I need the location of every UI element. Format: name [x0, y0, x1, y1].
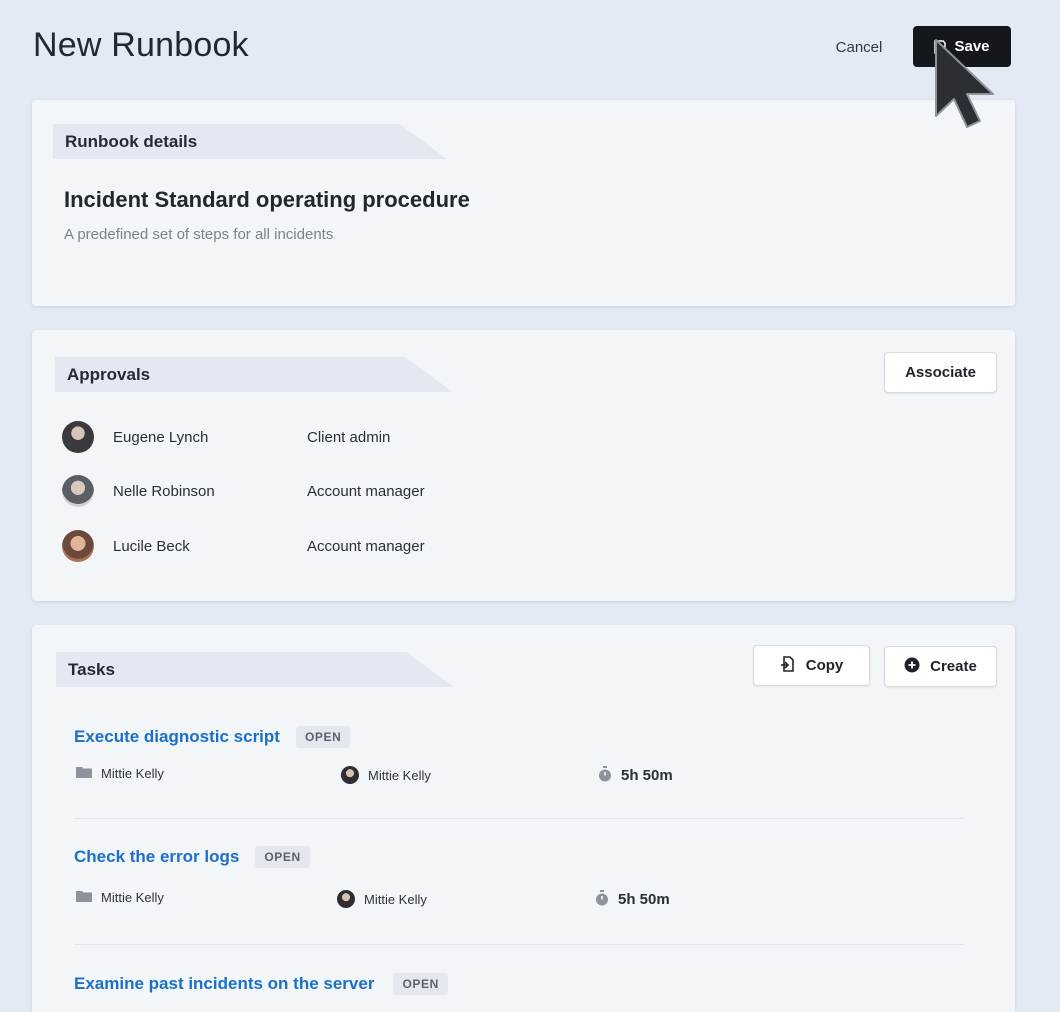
status-badge: OPEN: [295, 726, 351, 748]
associate-button[interactable]: Associate: [884, 352, 997, 393]
approvals-card: Approvals Associate Eugene Lynch Client …: [32, 330, 1015, 601]
task-folder-label: Mittie Kelly: [101, 766, 164, 781]
approver-row: Eugene Lynch Client admin: [62, 421, 662, 453]
approver-role: Client admin: [307, 428, 391, 446]
approver-row: Nelle Robinson Account manager: [62, 475, 662, 507]
tasks-heading: Tasks: [56, 652, 454, 687]
avatar: [62, 530, 94, 562]
task-item: Execute diagnostic script OPEN Mittie Ke…: [74, 724, 974, 786]
create-button-label: Create: [930, 658, 977, 675]
approver-name: Lucile Beck: [113, 537, 190, 555]
runbook-details-heading: Runbook details: [53, 124, 447, 159]
approver-name: Eugene Lynch: [113, 428, 209, 446]
create-button[interactable]: Create: [884, 646, 997, 687]
runbook-details-card: Runbook details Incident Standard operat…: [32, 100, 1015, 306]
status-badge: OPEN: [255, 846, 310, 868]
task-assignee: Mittie Kelly: [337, 890, 427, 908]
divider: [74, 818, 964, 819]
approver-role: Account manager: [307, 482, 425, 500]
task-folder-label: Mittie Kelly: [101, 890, 164, 905]
plus-circle-icon: [904, 657, 920, 677]
task-folder: Mittie Kelly: [76, 890, 164, 905]
task-meta: Mittie Kelly Mittie Kelly 5h 50m: [74, 890, 974, 910]
cancel-button[interactable]: Cancel: [820, 30, 898, 64]
copy-button-label: Copy: [805, 657, 844, 674]
avatar: [62, 475, 94, 507]
approvals-heading: Approvals: [55, 357, 453, 392]
folder-icon: [76, 890, 92, 905]
approver-role: Account manager: [307, 537, 425, 555]
stopwatch-icon: [598, 766, 612, 785]
save-button[interactable]: Save: [913, 26, 1011, 67]
task-title-link[interactable]: Examine past incidents on the server: [74, 974, 374, 994]
task-duration: 5h 50m: [595, 890, 670, 909]
task-meta: Mittie Kelly Mittie Kelly 5h 50m: [74, 766, 974, 786]
task-item: Check the error logs OPEN Mittie Kelly M…: [74, 844, 974, 910]
task-assignee: Mittie Kelly: [341, 766, 431, 784]
page-title: New Runbook: [33, 26, 249, 64]
avatar: [341, 766, 359, 784]
tasks-card: Tasks Copy Create Execute diagnostic scr…: [32, 625, 1015, 1012]
stopwatch-icon: [595, 890, 609, 909]
approver-name: Nelle Robinson: [113, 482, 215, 500]
runbook-name[interactable]: Incident Standard operating procedure: [64, 187, 470, 213]
task-duration: 5h 50m: [598, 766, 673, 785]
approver-row: Lucile Beck Account manager: [62, 530, 662, 562]
task-item: Examine past incidents on the server OPE…: [74, 971, 974, 997]
task-duration-label: 5h 50m: [618, 891, 670, 908]
runbook-description[interactable]: A predefined set of steps for all incide…: [64, 226, 333, 243]
avatar: [62, 421, 94, 453]
copy-button[interactable]: Copy: [753, 645, 870, 686]
save-icon: [934, 39, 947, 54]
task-assignee-label: Mittie Kelly: [368, 767, 431, 783]
divider: [74, 944, 964, 945]
task-title-link[interactable]: Execute diagnostic script: [74, 727, 280, 747]
task-duration-label: 5h 50m: [621, 767, 673, 784]
task-folder: Mittie Kelly: [76, 766, 164, 781]
status-badge: OPEN: [393, 973, 448, 995]
avatar: [337, 890, 355, 908]
folder-icon: [76, 766, 92, 781]
copy-icon: [780, 655, 796, 676]
save-button-label: Save: [954, 38, 990, 55]
task-title-link[interactable]: Check the error logs: [74, 847, 239, 867]
task-assignee-label: Mittie Kelly: [364, 891, 427, 907]
